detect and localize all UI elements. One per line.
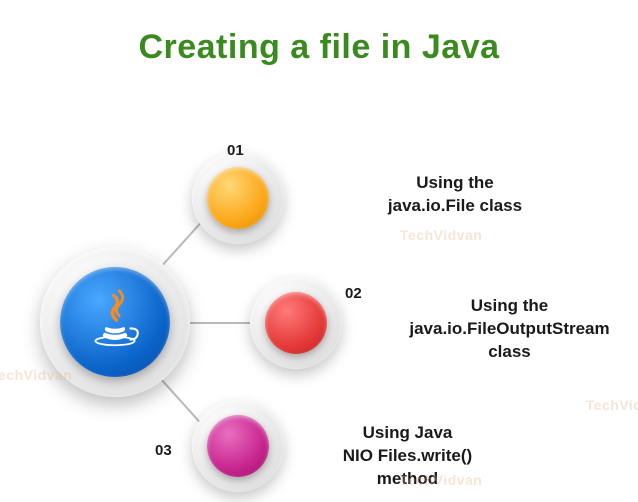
page-title: Creating a file in Java xyxy=(0,0,638,67)
node-number-2: 02 xyxy=(345,285,362,302)
node-desc-1: Using thejava.io.File class xyxy=(355,172,555,218)
diagram-canvas: 01 Using thejava.io.File class 02 Using … xyxy=(0,67,638,497)
java-logo-icon xyxy=(80,285,150,360)
hub-inner xyxy=(60,267,170,377)
node-number-3: 03 xyxy=(155,442,172,459)
watermark-text: TechVidvan xyxy=(400,472,482,488)
node-inner-2 xyxy=(265,292,327,354)
node-circle-2 xyxy=(250,277,342,369)
node-circle-3 xyxy=(192,400,284,492)
watermark-text: TechVidvan xyxy=(0,367,72,383)
node-inner-3 xyxy=(207,415,269,477)
node-inner-1 xyxy=(207,167,269,229)
node-number-1: 01 xyxy=(227,142,244,159)
watermark-text: TechVidvan xyxy=(586,397,638,413)
watermark-text: TechVidvan xyxy=(400,227,482,243)
node-desc-2: Using thejava.io.FileOutputStreamclass xyxy=(392,295,627,364)
node-circle-1 xyxy=(192,152,284,244)
